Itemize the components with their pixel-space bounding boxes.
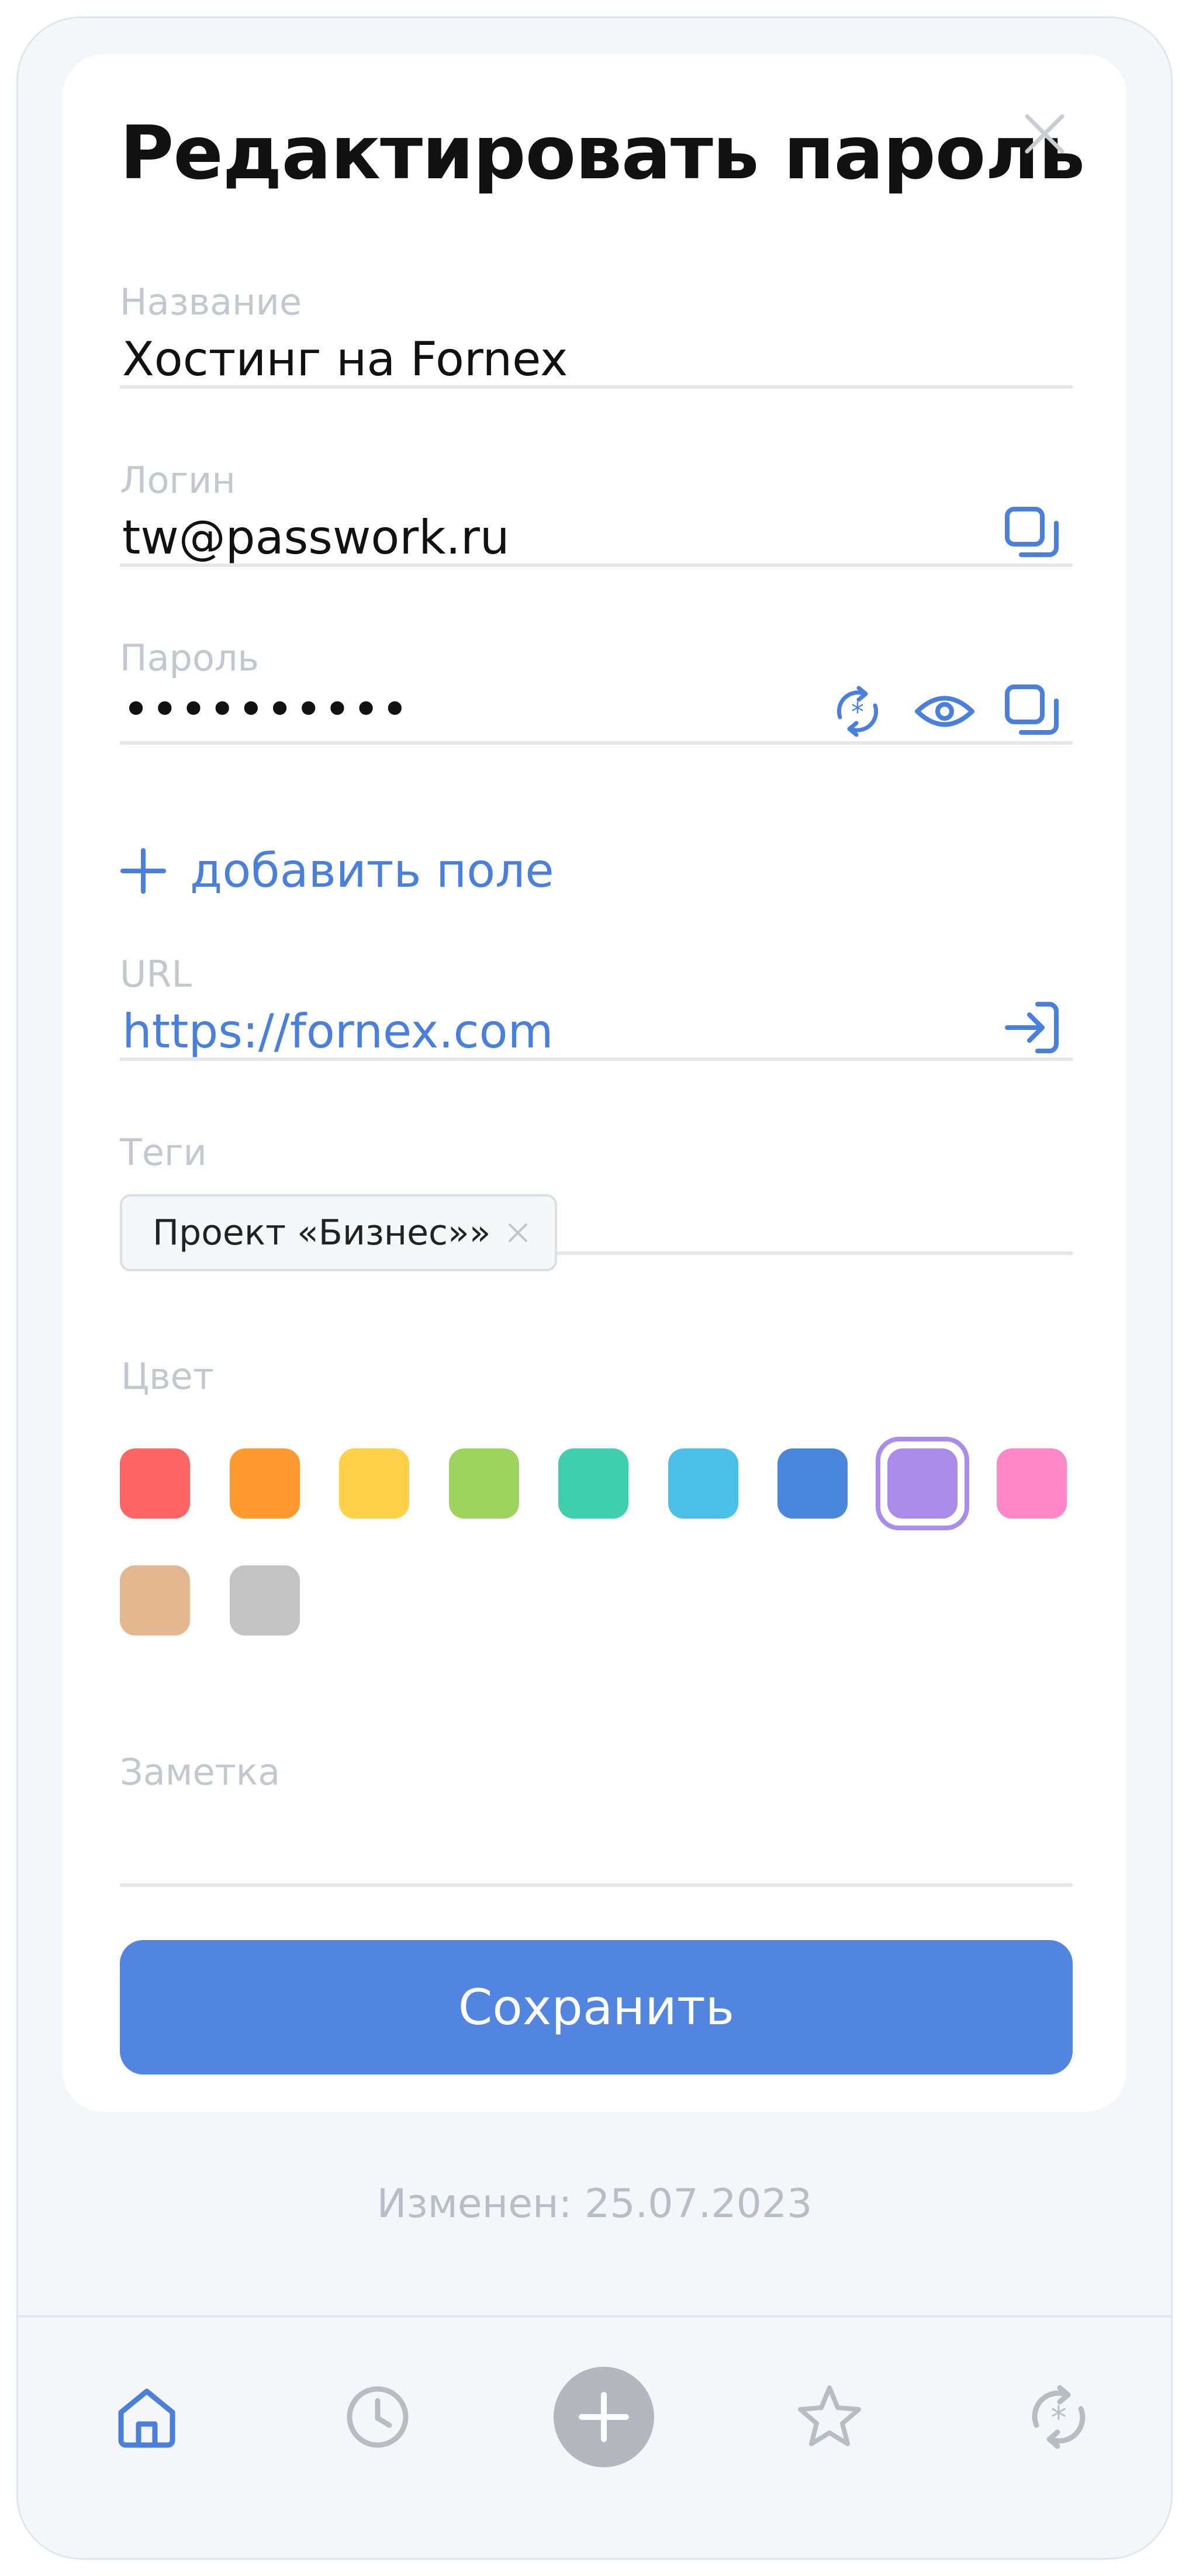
generate-password-icon[interactable]: * — [828, 682, 887, 741]
password-label: Пароль — [120, 637, 260, 679]
url-field[interactable]: URL https://fornex.com — [120, 917, 1073, 1061]
plus-icon — [554, 2367, 654, 2467]
color-swatch[interactable] — [668, 1448, 738, 1519]
home-icon — [118, 2388, 175, 2448]
color-label: Цвет — [121, 1355, 214, 1398]
tab-favorites[interactable] — [777, 2364, 882, 2470]
url-value[interactable]: https://fornex.com — [122, 1004, 554, 1059]
plus-icon — [120, 848, 166, 894]
url-label: URL — [120, 953, 192, 995]
login-value[interactable]: tw@passwork.ru — [122, 510, 510, 565]
close-icon[interactable] — [1021, 110, 1068, 157]
color-swatch[interactable] — [558, 1448, 628, 1519]
note-label: Заметка — [120, 1751, 281, 1793]
copy-icon[interactable] — [1003, 504, 1061, 563]
password-generator-icon: * — [1032, 2385, 1086, 2449]
tag-chip[interactable]: Проект «Бизнес»» — [120, 1194, 558, 1271]
svg-text:*: * — [851, 697, 864, 727]
name-label: Название — [120, 281, 302, 323]
tag-label: Проект «Бизнес»» — [153, 1212, 491, 1253]
color-swatch[interactable] — [339, 1448, 409, 1519]
color-swatch[interactable] — [120, 1448, 190, 1519]
color-swatch[interactable] — [120, 1565, 190, 1635]
edit-password-card: Редактировать пароль Название Хостинг на… — [63, 54, 1126, 2112]
tab-home[interactable] — [94, 2364, 199, 2470]
tab-add[interactable] — [551, 2364, 656, 2470]
tab-history[interactable] — [325, 2364, 430, 2470]
color-swatch[interactable] — [229, 1565, 300, 1635]
page-title: Редактировать пароль — [120, 110, 1085, 196]
password-value[interactable]: •••••••••• — [122, 682, 410, 737]
tags-field[interactable]: Теги Проект «Бизнес»» — [120, 1095, 1073, 1271]
svg-text:*: * — [1051, 2399, 1067, 2436]
color-swatch[interactable] — [229, 1448, 300, 1519]
modified-date: Изменен: 25.07.2023 — [376, 2181, 813, 2227]
tags-label: Теги — [120, 1131, 207, 1174]
app-frame: Редактировать пароль Название Хостинг на… — [16, 16, 1173, 2560]
add-field-label: добавить поле — [190, 843, 554, 898]
name-field[interactable]: Название Хостинг на Fornex — [120, 244, 1073, 389]
eye-icon[interactable] — [913, 682, 977, 741]
color-swatch[interactable] — [448, 1448, 519, 1519]
login-field[interactable]: Логин tw@passwork.ru — [120, 423, 1073, 567]
note-field[interactable]: Заметка — [120, 1714, 1073, 1887]
add-field-button[interactable]: добавить поле — [120, 843, 554, 898]
password-field[interactable]: Пароль •••••••••• * — [120, 600, 1073, 745]
selected-color-ring — [875, 1437, 969, 1530]
tab-bar: * — [18, 2315, 1171, 2558]
color-swatch[interactable] — [997, 1448, 1067, 1519]
copy-icon[interactable] — [1003, 682, 1061, 741]
open-link-icon[interactable] — [1003, 998, 1061, 1057]
tab-generator[interactable]: * — [1006, 2364, 1111, 2470]
remove-tag-icon[interactable] — [508, 1223, 528, 1243]
star-icon — [798, 2385, 861, 2446]
color-swatch[interactable] — [777, 1448, 848, 1519]
login-label: Логин — [120, 459, 236, 502]
save-button[interactable]: Сохранить — [120, 1940, 1073, 2074]
name-value[interactable]: Хостинг на Fornex — [122, 332, 568, 386]
clock-icon — [347, 2386, 409, 2448]
